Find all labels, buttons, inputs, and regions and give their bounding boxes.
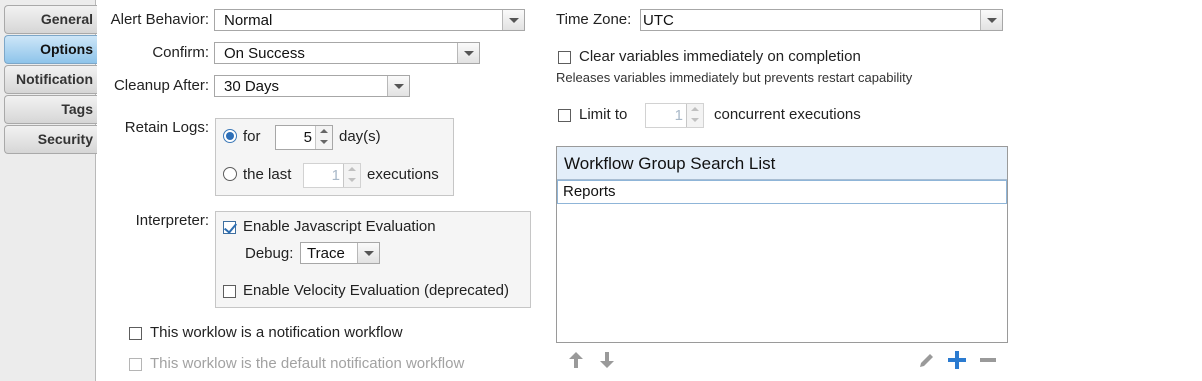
workflow-group-list-header: Workflow Group Search List	[557, 147, 1007, 180]
chevron-down-icon[interactable]	[980, 10, 1002, 30]
notification-workflow-checkbox[interactable]	[129, 327, 142, 340]
spinner-arrows-icon[interactable]	[343, 164, 360, 187]
tab-notification[interactable]: Notification	[4, 65, 97, 94]
retain-for-label: for	[243, 128, 261, 145]
cleanup-after-select[interactable]: 30 Days	[214, 75, 410, 97]
side-tab-bar: General Options Notification Tags Securi…	[0, 0, 97, 381]
debug-value: Trace	[307, 245, 345, 262]
alert-behavior-label: Alert Behavior:	[110, 11, 209, 28]
tab-general[interactable]: General	[4, 5, 97, 34]
limit-to-value: 1	[674, 107, 683, 124]
retain-logs-label: Retain Logs:	[124, 119, 209, 136]
tab-options[interactable]: Options	[4, 35, 97, 64]
chevron-down-icon[interactable]	[387, 76, 409, 96]
time-zone-label: Time Zone:	[556, 11, 632, 28]
clear-variables-checkbox[interactable]	[558, 51, 571, 64]
chevron-down-icon[interactable]	[457, 43, 479, 63]
default-notification-label: This worklow is the default notification…	[150, 355, 465, 372]
tab-security[interactable]: Security	[4, 125, 97, 154]
default-notification-checkbox[interactable]	[129, 358, 142, 371]
time-zone-value: UTC	[643, 12, 674, 29]
confirm-label: Confirm:	[152, 44, 209, 61]
retain-days-spinner[interactable]: 5	[275, 125, 333, 150]
clear-variables-note: Releases variables immediately but preve…	[556, 70, 913, 85]
enable-velocity-checkbox[interactable]	[223, 285, 236, 298]
enable-velocity-label: Enable Velocity Evaluation (deprecated)	[243, 282, 510, 299]
enable-js-label: Enable Javascript Evaluation	[243, 218, 436, 235]
edit-pencil-icon[interactable]	[917, 350, 937, 370]
interpreter-label: Interpreter:	[135, 212, 209, 229]
chevron-down-icon[interactable]	[357, 243, 379, 263]
retain-executions-value: 1	[331, 167, 340, 184]
remove-icon[interactable]	[978, 350, 998, 370]
limit-to-spinner[interactable]: 1	[645, 103, 704, 128]
retain-executions-unit: executions	[367, 166, 439, 183]
cleanup-after-label: Cleanup After:	[113, 77, 209, 94]
spinner-arrows-icon[interactable]	[315, 126, 332, 149]
list-item[interactable]: Reports	[557, 180, 1007, 204]
move-up-icon[interactable]	[566, 350, 586, 370]
confirm-value: On Success	[224, 45, 305, 62]
workflow-group-list[interactable]: Workflow Group Search List Reports	[556, 146, 1008, 343]
retain-days-unit: day(s)	[339, 128, 381, 145]
time-zone-select[interactable]: UTC	[640, 9, 1003, 31]
retain-for-radio[interactable]	[223, 129, 237, 143]
move-down-icon[interactable]	[597, 350, 617, 370]
chevron-down-icon[interactable]	[502, 10, 524, 30]
retain-last-radio[interactable]	[223, 167, 237, 181]
alert-behavior-select[interactable]: Normal	[214, 9, 525, 31]
retain-days-value: 5	[303, 129, 312, 146]
retain-last-label: the last	[243, 166, 292, 183]
debug-select[interactable]: Trace	[300, 242, 380, 264]
cleanup-after-value: 30 Days	[224, 78, 280, 95]
retain-executions-spinner[interactable]: 1	[303, 163, 361, 188]
enable-js-checkbox[interactable]	[223, 221, 236, 234]
confirm-select[interactable]: On Success	[214, 42, 480, 64]
limit-to-checkbox[interactable]	[558, 109, 571, 122]
notification-workflow-label: This worklow is a notification workflow	[150, 324, 403, 341]
limit-to-label: Limit to	[579, 106, 628, 123]
debug-label: Debug:	[245, 245, 294, 262]
limit-to-suffix: concurrent executions	[714, 106, 861, 123]
add-icon[interactable]	[946, 349, 968, 371]
alert-behavior-value: Normal	[224, 12, 273, 29]
tab-tags[interactable]: Tags	[4, 95, 97, 124]
clear-variables-label: Clear variables immediately on completio…	[579, 48, 861, 65]
spinner-arrows-icon[interactable]	[686, 104, 703, 127]
